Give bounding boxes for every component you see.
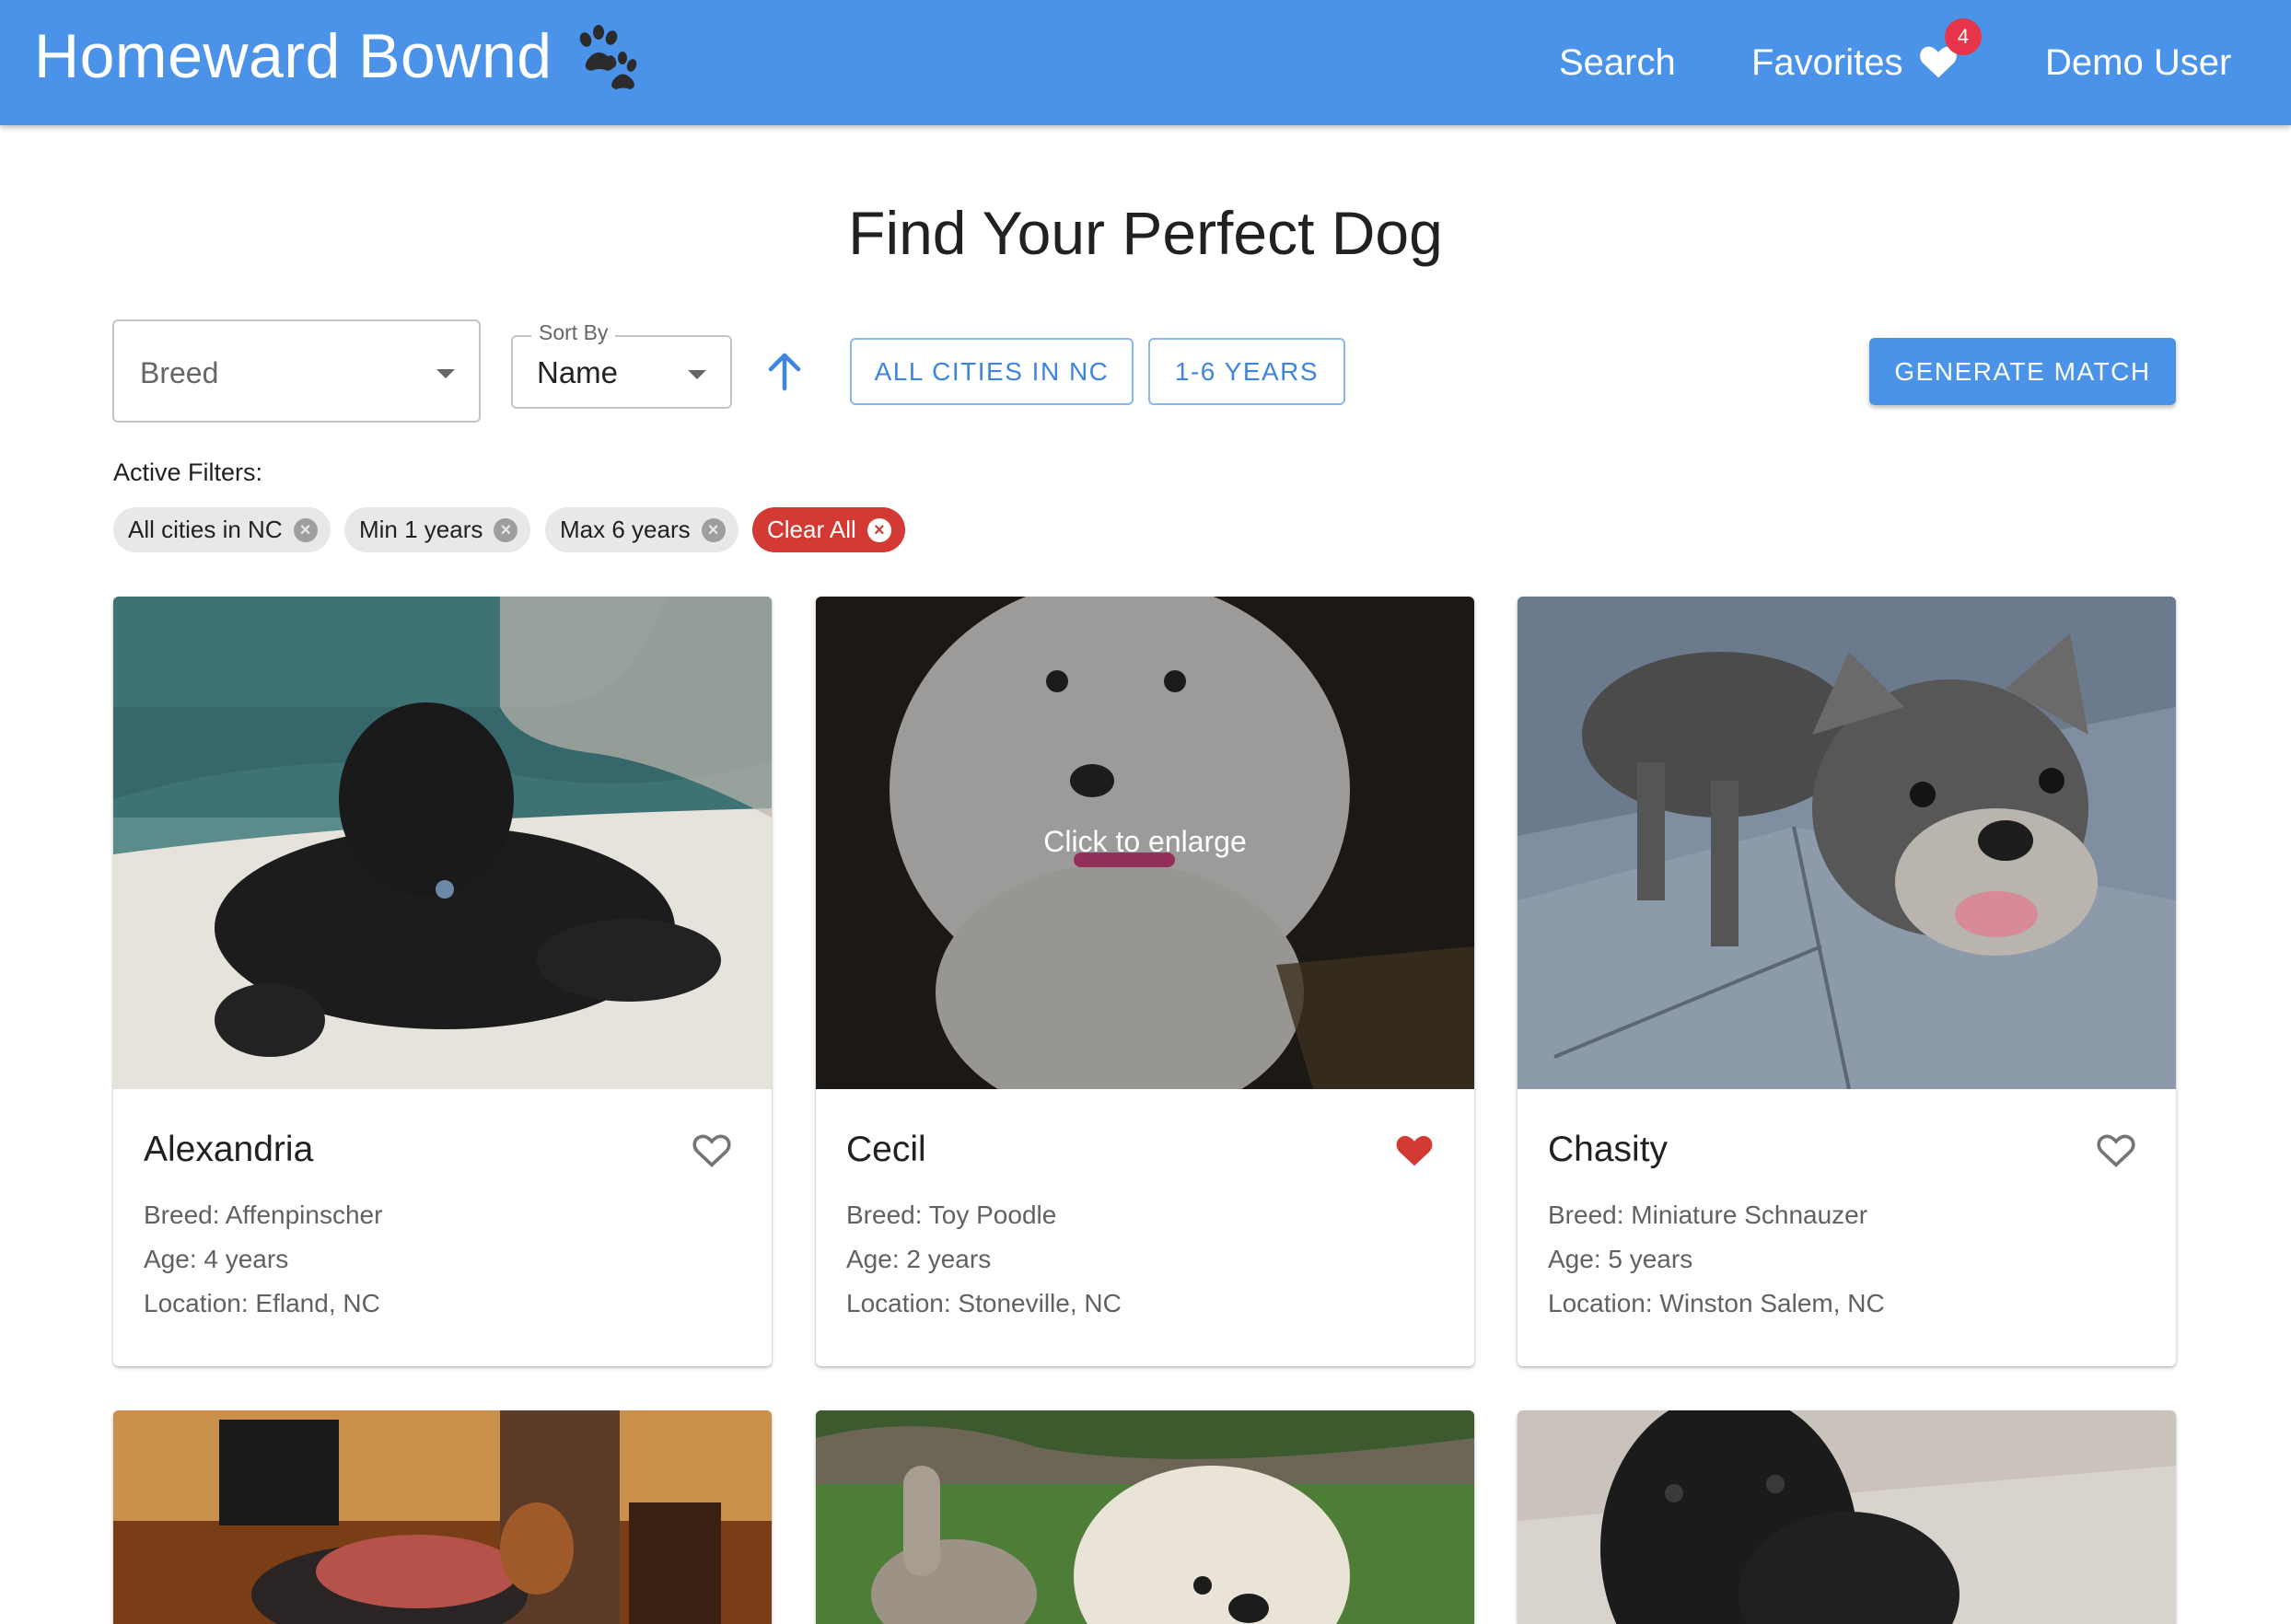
user-name[interactable]: Demo User: [2045, 42, 2231, 84]
dog-photo[interactable]: [113, 1410, 772, 1624]
dog-card-body: Chasity Breed: Miniature Schnauzer Age: …: [1518, 1089, 2176, 1365]
heart-outline-icon[interactable]: [2096, 1131, 2136, 1168]
dog-card: Click to enlarge Cecil Breed: Toy Poodle…: [816, 597, 1474, 1366]
nav-search-label[interactable]: Search: [1559, 42, 1676, 84]
filter-chip-cities: All cities in NC ×: [113, 507, 331, 552]
clear-all-chip[interactable]: Clear All ×: [752, 507, 905, 552]
dog-age: Age: 4 years: [144, 1245, 289, 1273]
arrow-up-icon[interactable]: [765, 352, 804, 392]
app-title[interactable]: Homeward Bownd: [34, 20, 552, 92]
dog-card-body: Cecil Breed: Toy Poodle Age: 2 years Loc…: [816, 1089, 1474, 1365]
dog-photo[interactable]: Click to enlarge: [816, 597, 1474, 1089]
dog-photo[interactable]: [1518, 1410, 2176, 1624]
close-icon[interactable]: ×: [494, 517, 518, 542]
dog-card: [1518, 1410, 2176, 1624]
sort-select[interactable]: Sort By Name: [511, 320, 732, 409]
close-icon[interactable]: ×: [293, 517, 318, 542]
breed-select[interactable]: Breed: [112, 319, 481, 423]
heart-filled-icon[interactable]: [1394, 1131, 1435, 1168]
filter-chip-max-age: Max 6 years ×: [545, 507, 738, 552]
dog-name: Chasity: [1548, 1130, 1669, 1169]
favorites-count-badge: 4: [1945, 18, 1982, 55]
app-bar: Homeward Bownd Search Favorites 4 Demo U…: [0, 0, 2291, 125]
dog-age: Age: 2 years: [846, 1245, 992, 1273]
age-range-button[interactable]: 1-6 YEARS: [1148, 338, 1345, 405]
nav-user[interactable]: Demo User: [2045, 0, 2231, 125]
close-icon[interactable]: ×: [866, 517, 891, 542]
heart-outline-icon[interactable]: [692, 1131, 732, 1168]
brand[interactable]: Homeward Bownd: [34, 20, 641, 92]
sort-label: Sort By: [531, 320, 616, 345]
dog-card: [113, 1410, 772, 1624]
dog-card: Alexandria Breed: Affenpinscher Age: 4 y…: [113, 597, 772, 1366]
dog-photo[interactable]: [113, 597, 772, 1089]
nav-search[interactable]: Search: [1559, 0, 1676, 125]
active-filters-label: Active Filters:: [113, 458, 263, 486]
sort-value: Name: [537, 355, 619, 389]
all-cities-nc-button[interactable]: ALL CITIES IN NC: [850, 338, 1134, 405]
dog-breed: Breed: Toy Poodle: [846, 1201, 1057, 1229]
generate-match-button[interactable]: GENERATE MATCH: [1869, 338, 2176, 405]
breed-select-placeholder: Breed: [140, 356, 219, 389]
dog-photo[interactable]: [816, 1410, 1474, 1624]
dog-location: Location: Winston Salem, NC: [1548, 1289, 1885, 1317]
dog-breed: Breed: Miniature Schnauzer: [1548, 1201, 1868, 1229]
dog-card-body: Alexandria Breed: Affenpinscher Age: 4 y…: [113, 1089, 772, 1365]
dog-name: Alexandria: [144, 1130, 314, 1169]
page-title: Find Your Perfect Dog: [848, 199, 1443, 267]
dog-age: Age: 5 years: [1548, 1245, 1693, 1273]
nav-favorites-label[interactable]: Favorites: [1751, 42, 1903, 84]
dog-card: [816, 1410, 1474, 1624]
chevron-down-icon: [688, 370, 706, 379]
clear-all-label[interactable]: Clear All: [767, 516, 856, 544]
chevron-down-icon: [436, 369, 455, 378]
dog-breed: Breed: Affenpinscher: [144, 1201, 383, 1229]
paw-icon: [579, 25, 636, 89]
click-to-enlarge-overlay[interactable]: Click to enlarge: [816, 825, 1474, 859]
filter-chip-min-age: Min 1 years ×: [344, 507, 530, 552]
dog-card: Chasity Breed: Miniature Schnauzer Age: …: [1518, 597, 2176, 1366]
filter-chip-label: All cities in NC: [128, 516, 283, 543]
filter-chip-label: Max 6 years: [560, 516, 691, 543]
nav-favorites[interactable]: Favorites: [1751, 0, 1959, 125]
dog-location: Location: Stoneville, NC: [846, 1289, 1122, 1317]
close-icon[interactable]: ×: [701, 517, 726, 542]
filter-chip-label: Min 1 years: [359, 516, 483, 543]
dog-photo[interactable]: [1518, 597, 2176, 1089]
dog-name: Cecil: [846, 1130, 926, 1169]
dog-location: Location: Efland, NC: [144, 1289, 380, 1317]
